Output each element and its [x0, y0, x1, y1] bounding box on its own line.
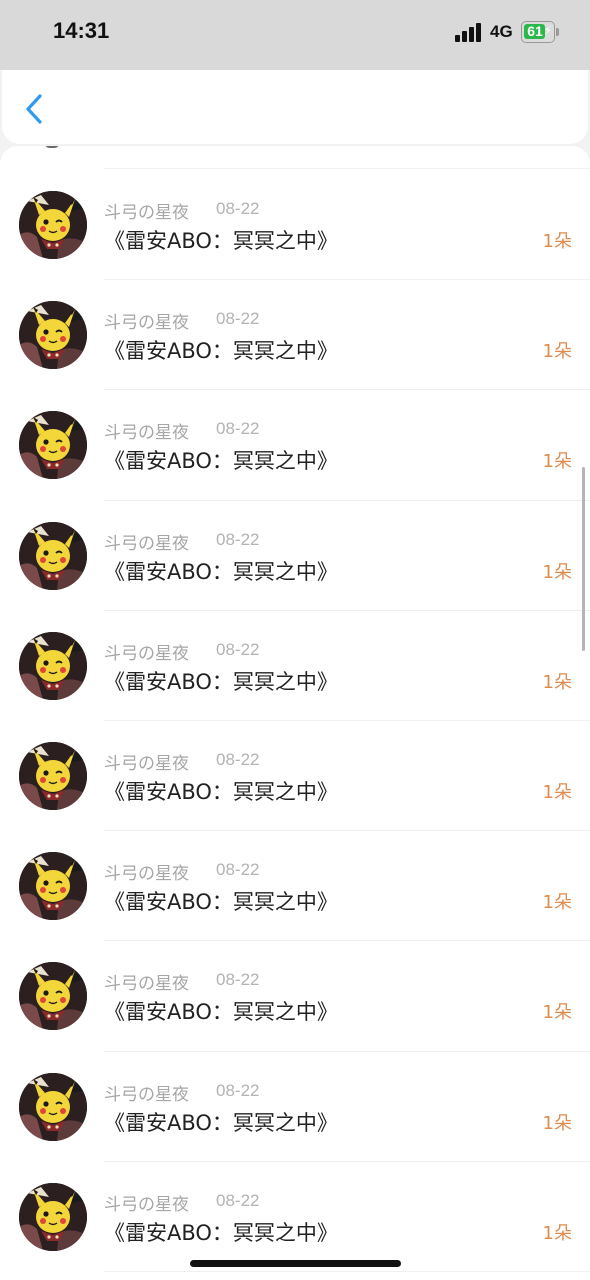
- item-title[interactable]: 《雷安ABO：冥冥之中》: [104, 886, 338, 916]
- item-count: 1朵: [542, 782, 572, 803]
- battery-icon: 61 ⚡: [521, 21, 559, 43]
- avatar-image: [19, 962, 87, 1031]
- status-bar: 14:31 4G 61 ⚡: [0, 0, 590, 70]
- item-date: 08-22: [216, 860, 260, 880]
- divider: [104, 1271, 590, 1272]
- item-author[interactable]: 斗弓の星夜: [104, 529, 189, 554]
- network-label: 4G: [490, 22, 513, 41]
- avatar[interactable]: [19, 962, 87, 1031]
- avatar-image: [19, 191, 87, 259]
- chevron-left-icon: [26, 94, 42, 124]
- item-title[interactable]: 《雷安ABO：冥冥之中》: [104, 776, 338, 806]
- item-count: 1朵: [542, 231, 572, 252]
- list-item[interactable]: 斗弓の星夜 08-22 《雷安ABO：冥冥之中》 1朵: [0, 941, 590, 1051]
- list-item[interactable]: 斗弓の星夜 08-22 《雷安ABO：冥冥之中》 1朵: [0, 831, 590, 941]
- item-date: 08-22: [216, 639, 260, 659]
- list-item[interactable]: 斗弓の星夜 08-22 《雷安ABO：冥冥之中》 1朵: [0, 1052, 590, 1162]
- list-item[interactable]: 斗弓の星夜 08-22 《雷安ABO：冥冥之中》 1朵: [0, 611, 590, 721]
- item-count: 1朵: [542, 1112, 572, 1134]
- avatar[interactable]: [19, 1072, 87, 1141]
- list-item[interactable]: 斗弓の星夜 08-22 《雷安ABO：冥冥之中》 1朵: [0, 721, 590, 831]
- status-time: 14:31: [53, 18, 110, 43]
- avatar[interactable]: [19, 742, 87, 810]
- avatar-image: [19, 1072, 87, 1141]
- item-author[interactable]: 斗弓の星夜: [104, 418, 189, 443]
- list-item[interactable]: 斗弓の星夜 08-22 《雷安ABO：冥冥之中》 1朵: [0, 390, 590, 500]
- item-author[interactable]: 斗弓の星夜: [104, 308, 189, 333]
- item-date: 08-22: [216, 750, 260, 769]
- avatar-image: [19, 301, 87, 370]
- item-date: 08-22: [216, 970, 260, 990]
- avatar-image: [19, 852, 87, 921]
- item-title[interactable]: 《雷安ABO：冥冥之中》: [104, 1217, 338, 1247]
- list-item[interactable]: 斗弓の星夜 08-22 《雷安ABO：冥冥之中》 1朵: [0, 1162, 590, 1272]
- avatar[interactable]: [19, 631, 87, 700]
- item-count: 1朵: [542, 341, 572, 363]
- item-author[interactable]: 斗弓の星夜: [104, 969, 189, 994]
- flower-list[interactable]: 斗弓の星夜 08-22 《雷安ABO：冥冥之中》 1朵 斗弓の星夜 08-22 …: [0, 146, 590, 1280]
- item-author[interactable]: 斗弓の星夜: [104, 859, 189, 884]
- charging-icon: ⚡: [544, 24, 552, 37]
- home-indicator[interactable]: [190, 1260, 401, 1267]
- item-date: 08-22: [216, 529, 260, 549]
- list-item[interactable]: 斗弓の星夜 08-22 《雷安ABO：冥冥之中》 1朵: [0, 501, 590, 611]
- avatar[interactable]: [19, 1182, 87, 1251]
- item-author[interactable]: 斗弓の星夜: [104, 1080, 189, 1105]
- battery-level: 61: [527, 23, 543, 39]
- nav-bar: [2, 70, 588, 144]
- item-title[interactable]: 《雷安ABO：冥冥之中》: [104, 1107, 338, 1137]
- avatar[interactable]: [19, 411, 87, 480]
- item-title[interactable]: 《雷安ABO：冥冥之中》: [104, 445, 338, 475]
- item-count: 1朵: [542, 561, 572, 583]
- item-author[interactable]: 斗弓の星夜: [104, 639, 189, 664]
- item-date: 08-22: [216, 309, 260, 329]
- item-date: 08-22: [216, 199, 260, 218]
- avatar-image: [19, 631, 87, 700]
- item-title[interactable]: 《雷安ABO：冥冥之中》: [104, 225, 338, 255]
- list-item[interactable]: 斗弓の星夜 08-22 《雷安ABO：冥冥之中》 1朵: [0, 280, 590, 390]
- item-date: 08-22: [216, 419, 260, 439]
- item-count: 1朵: [542, 671, 572, 693]
- scrollbar[interactable]: [582, 467, 585, 651]
- avatar[interactable]: [19, 191, 87, 259]
- item-date: 08-22: [216, 1190, 260, 1210]
- avatar[interactable]: [19, 301, 87, 370]
- avatar[interactable]: [19, 852, 87, 921]
- item-count: 1朵: [542, 1002, 572, 1024]
- partial-list-item: [0, 146, 590, 170]
- signal-icon: [455, 22, 483, 42]
- item-author[interactable]: 斗弓の星夜: [104, 749, 189, 774]
- item-title[interactable]: 《雷安ABO：冥冥之中》: [104, 335, 338, 365]
- list-item[interactable]: 斗弓の星夜 08-22 《雷安ABO：冥冥之中》 1朵: [0, 170, 590, 280]
- item-count: 1朵: [542, 1222, 572, 1244]
- item-title[interactable]: 《雷安ABO：冥冥之中》: [104, 996, 338, 1026]
- divider: [104, 168, 590, 169]
- back-button[interactable]: [20, 92, 50, 126]
- avatar[interactable]: [19, 521, 87, 590]
- avatar-image: [19, 1182, 87, 1251]
- item-title[interactable]: 《雷安ABO：冥冥之中》: [104, 666, 338, 696]
- avatar-image: [19, 742, 87, 810]
- item-author[interactable]: 斗弓の星夜: [104, 1190, 189, 1215]
- item-author[interactable]: 斗弓の星夜: [104, 198, 189, 223]
- item-title[interactable]: 《雷安ABO：冥冥之中》: [104, 556, 338, 586]
- item-date: 08-22: [216, 1080, 260, 1100]
- avatar-image: [19, 411, 87, 480]
- item-count: 1朵: [542, 451, 572, 473]
- avatar-image: [19, 521, 87, 590]
- item-count: 1朵: [542, 892, 572, 914]
